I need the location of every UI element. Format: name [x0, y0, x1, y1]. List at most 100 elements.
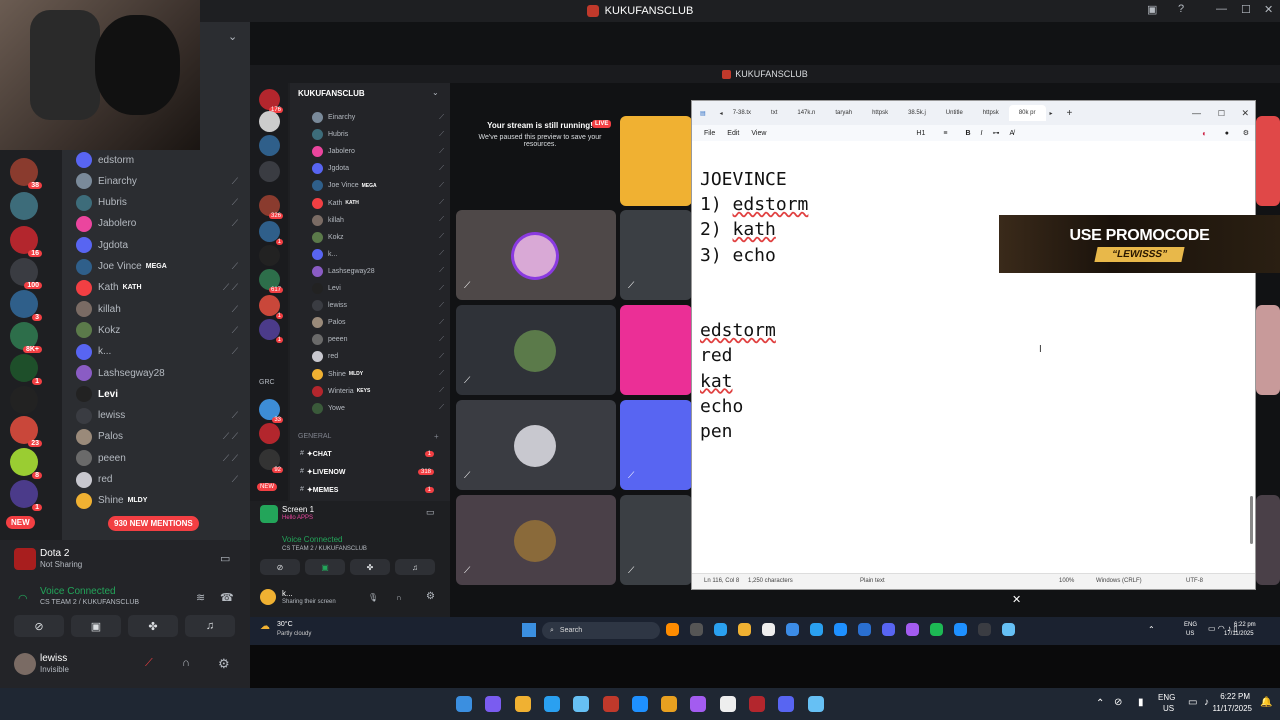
misspelled-word[interactable]: edstorm [733, 194, 809, 215]
voice-channel-name[interactable]: CS TEAM 2 / KUKUFANSCLUB [40, 599, 139, 606]
close-button[interactable]: ✕ [1264, 3, 1273, 16]
inner-taskbar-app-icon[interactable] [762, 623, 775, 636]
inner-lang[interactable]: ENG [1184, 622, 1197, 628]
inner-member-row[interactable]: Lashsegway28 ⟋ [312, 263, 448, 280]
stream-tile[interactable]: ⟋ [620, 210, 692, 300]
stream-tile[interactable]: ⟋ [456, 495, 616, 585]
soundboard-button[interactable]: ♫ [185, 615, 235, 637]
close-preview-icon[interactable]: ✕ [1012, 593, 1021, 606]
tray-mic-icon[interactable]: ▮ [1138, 697, 1144, 708]
stream-tile[interactable]: ⟋ [456, 210, 616, 300]
np-minimize-button[interactable]: — [1192, 108, 1201, 118]
activities-button[interactable]: ✤ [128, 615, 178, 637]
new-pill[interactable]: NEW [6, 516, 35, 529]
settings-icon[interactable] [719, 696, 736, 712]
copilot-icon[interactable]: ◐ [1202, 129, 1207, 138]
notepad-tab[interactable]: httpsk [973, 105, 1009, 121]
server-icon[interactable]: 8K+ [10, 322, 42, 353]
inner-server-name[interactable]: KUKUFANSCLUB [298, 89, 365, 98]
inner-taskbar-app-icon[interactable] [714, 623, 727, 636]
inner-taskbar-app-icon[interactable] [786, 623, 799, 636]
inner-headphones-icon[interactable]: ∩ [396, 593, 402, 602]
inner-member-row[interactable]: k... ⟋ [312, 246, 448, 263]
taskbar-region[interactable]: US [1163, 704, 1174, 713]
notepad-tab[interactable]: httpsk [862, 105, 898, 121]
tray-expand-icon[interactable]: ⌃ [1096, 698, 1104, 709]
server-icon[interactable] [10, 192, 38, 220]
tray-expand-icon[interactable]: ⌃ [1148, 625, 1155, 634]
stream-tile[interactable]: ⟋ [456, 400, 616, 490]
inner-taskbar-app-icon[interactable] [930, 623, 943, 636]
server-icon[interactable]: 1 [10, 354, 42, 385]
member-row[interactable]: Kokz ⟋ [76, 320, 246, 340]
menu-file[interactable]: File [704, 130, 715, 137]
chevron-down-icon[interactable]: ⌄ [228, 30, 237, 43]
inbox-icon[interactable]: ▣ [1147, 3, 1157, 16]
tray-network-off-icon[interactable]: ⊘ [1114, 697, 1122, 708]
inner-taskbar-app-icon[interactable] [858, 623, 871, 636]
notepad-tab[interactable]: taryah [825, 105, 862, 121]
inner-server-icon[interactable]: 1 [259, 221, 283, 245]
member-row[interactable]: Shine MLDY [76, 491, 246, 511]
server-icon[interactable]: 38 [10, 158, 42, 189]
italic-icon[interactable]: I [981, 130, 983, 137]
server-icon[interactable]: 100 [10, 258, 42, 289]
member-row[interactable]: Palos ⟋ ⟋ [76, 427, 246, 447]
help-icon[interactable]: ? [1178, 3, 1184, 15]
notepad-tab[interactable]: 38.5k.j [898, 105, 936, 121]
inner-member-row[interactable]: Einarchy ⟋ [312, 109, 448, 126]
search-box[interactable]: ⌕ Search [542, 622, 660, 639]
inner-server-icon[interactable]: 617 [259, 269, 283, 293]
inner-stream-icon[interactable]: ▭ [426, 507, 435, 518]
inner-taskbar-app-icon[interactable] [882, 623, 895, 636]
inner-video-button[interactable]: ⊘ [260, 559, 300, 575]
steam-icon[interactable] [807, 696, 824, 712]
notepad-tab[interactable]: 80k pr [1008, 105, 1046, 121]
server-icon[interactable]: 16 [10, 226, 42, 257]
inner-member-row[interactable]: killah ⟋ [312, 212, 448, 229]
misspelled-word[interactable]: kat [700, 371, 733, 392]
inner-soundboard-button[interactable]: ♫ [395, 559, 435, 575]
member-row[interactable]: Kath KATH ⟋ ⟋ [76, 278, 246, 298]
inner-new-pill[interactable]: NEW [257, 483, 277, 491]
start-button[interactable] [522, 623, 536, 637]
add-channel-icon[interactable]: + [434, 432, 439, 441]
share-screen-button[interactable]: ▣ [71, 615, 121, 637]
stream-tile[interactable] [1256, 305, 1280, 395]
clear-format-icon[interactable]: A̸ [1009, 130, 1014, 137]
notepad-tab[interactable]: 147k.n [787, 105, 825, 121]
inner-member-row[interactable]: Kokz ⟋ [312, 229, 448, 246]
avatar[interactable] [14, 653, 36, 675]
notification-bell-icon[interactable]: 🔔 [1260, 697, 1272, 708]
dota-icon[interactable] [749, 696, 765, 712]
general-category[interactable]: GENERAL [298, 433, 331, 440]
inner-member-row[interactable]: Jgdota ⟋ [312, 160, 448, 177]
member-row[interactable]: edstorm [76, 150, 246, 170]
inner-server-icon[interactable] [259, 135, 280, 156]
inner-member-row[interactable]: Winteria KEYS ⟋ [312, 383, 448, 400]
member-row[interactable]: Joe Vince MEGA ⟋ [76, 257, 246, 277]
inner-server-icon[interactable] [259, 161, 280, 182]
youtube-icon[interactable] [602, 696, 619, 712]
member-row[interactable]: lewiss ⟋ [76, 406, 246, 426]
stream-tile[interactable] [1256, 495, 1280, 585]
tab-scroll-right-icon[interactable]: ▸ [1050, 110, 1053, 117]
inner-member-row[interactable]: red ⟋ [312, 348, 448, 365]
server-icon[interactable]: 23 [10, 416, 42, 447]
inner-activities-button[interactable]: ✤ [350, 559, 390, 575]
inner-taskbar-app-icon[interactable] [666, 623, 679, 636]
status-encoding[interactable]: UTF-8 [1186, 578, 1203, 584]
scrollbar-thumb[interactable] [1250, 496, 1253, 544]
inner-server-text[interactable]: GRC [259, 379, 275, 386]
inner-share-button[interactable]: ▣ [305, 559, 345, 575]
inner-taskbar-app-icon[interactable] [954, 623, 967, 636]
chrome-icon[interactable] [661, 696, 678, 712]
screen-share-icon[interactable]: ▭ [220, 552, 230, 565]
member-row[interactable]: Levi [76, 384, 246, 404]
member-row[interactable]: Jgdota [76, 235, 246, 255]
settings-gear-icon[interactable]: ⚙ [218, 656, 230, 672]
inner-server-icon[interactable] [259, 111, 280, 132]
notepad-tab[interactable]: txt [761, 105, 787, 121]
taskbar-lang[interactable]: ENG [1158, 693, 1175, 702]
obs-icon[interactable] [690, 696, 707, 712]
